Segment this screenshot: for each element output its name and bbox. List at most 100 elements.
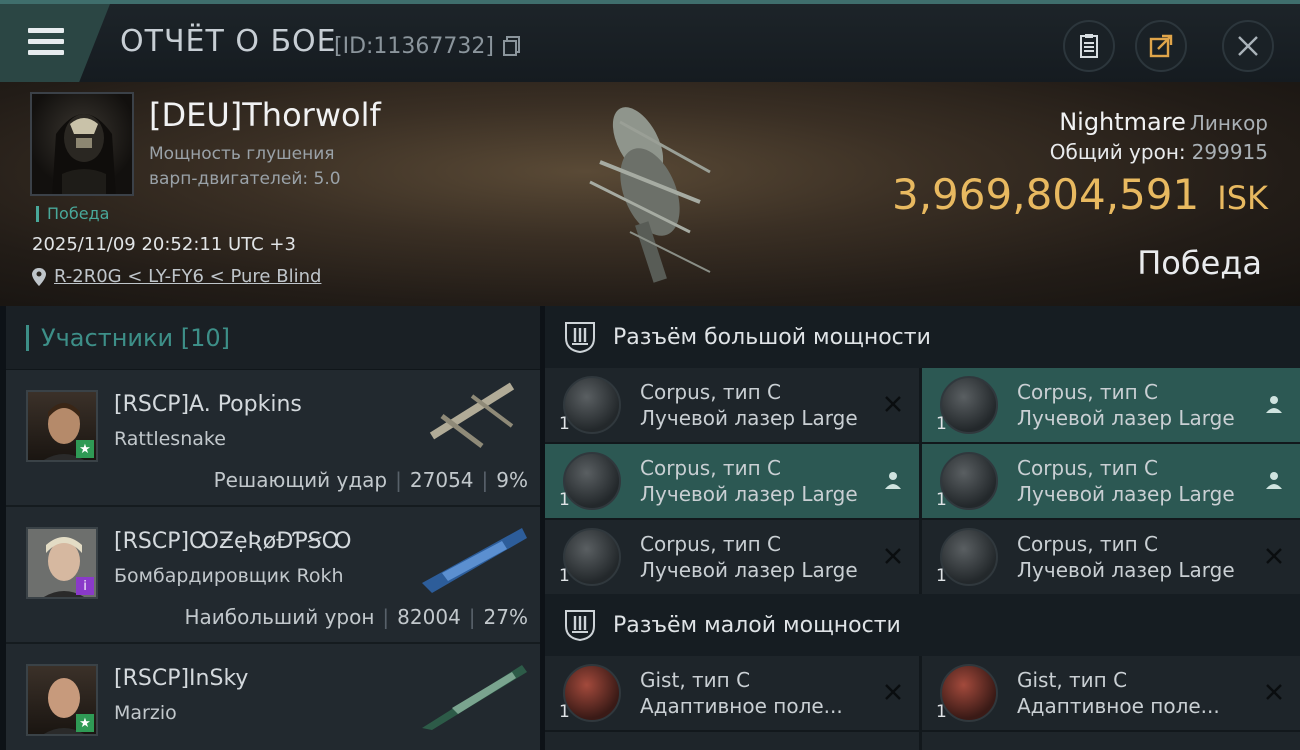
isk-amount: 3,969,804,591 — [891, 170, 1200, 219]
module-slot[interactable]: 1 Corpus, тип C Лучевой лазер Large — [545, 520, 919, 594]
laser-module-icon — [563, 452, 621, 510]
clipboard-icon — [1080, 34, 1098, 58]
participant-ship: Бомбардировщик Rokh — [114, 565, 344, 587]
participant-name: [RSCP]A. Popkins — [114, 392, 302, 417]
kill-summary-banner: [DEU]Thorwolf Мощность глушения варп-дви… — [0, 82, 1300, 306]
module-name: Corpus, тип C — [1017, 380, 1158, 404]
participant-row[interactable]: i [RSCP]ꝎƵẹƦøƉƤꞨꝎ Бомбардировщик Rokh На… — [6, 507, 540, 644]
low-slot-modules: 1 Gist, тип C Адаптивное поле... 1 Gist,… — [545, 656, 1300, 750]
isk-value: 3,969,804,591 ISK — [892, 170, 1268, 219]
module-qty: 1 — [559, 702, 570, 722]
menu-button[interactable] — [0, 4, 110, 82]
high-slot-title: Разъём большой мощности — [613, 324, 931, 350]
module-slot[interactable]: 1 Corpus, тип C Лучевой лазер Large — [545, 368, 919, 442]
kill-location[interactable]: R-2R0G < LY-FY6 < Pure Blind — [32, 266, 321, 287]
participant-role: Наибольший урон — [184, 605, 375, 629]
total-damage-value: 299915 — [1191, 140, 1268, 164]
module-slot-partial[interactable] — [545, 732, 919, 750]
participant-ship-image — [422, 528, 527, 593]
location-link[interactable]: R-2R0G < LY-FY6 < Pure Blind — [54, 266, 321, 287]
module-qty: 1 — [559, 566, 570, 586]
status-badge: i — [76, 577, 94, 595]
laser-module-icon — [940, 528, 998, 586]
destroyed-icon — [885, 396, 901, 412]
destroyed-icon — [1266, 548, 1282, 564]
module-type: Лучевой лазер Large — [640, 558, 858, 582]
laser-module-icon — [563, 528, 621, 586]
outcome-label: Победа — [1137, 244, 1262, 282]
laser-module-icon — [940, 452, 998, 510]
total-damage: Общий урон: 299915 — [1050, 140, 1268, 164]
module-slot[interactable]: 1 Gist, тип C Адаптивное поле... — [545, 656, 919, 730]
participant-ship: Marzio — [114, 702, 177, 724]
module-type: Лучевой лазер Large — [1017, 482, 1235, 506]
module-slot[interactable]: 1 Gist, тип C Адаптивное поле... — [922, 656, 1300, 730]
attribute-line-1: Мощность глушения — [149, 144, 335, 164]
isk-currency: ISK — [1217, 179, 1268, 217]
hooded-pilot-portrait — [52, 114, 116, 194]
fitting-panel: Разъём большой мощности 1 Corpus, тип C … — [545, 306, 1300, 750]
high-slot-modules: 1 Corpus, тип C Лучевой лазер Large 1 Co… — [545, 368, 1300, 594]
destroyed-icon — [1266, 684, 1282, 700]
module-type: Лучевой лазер Large — [1017, 406, 1235, 430]
victim-name[interactable]: [DEU]Thorwolf — [149, 96, 381, 134]
total-damage-label: Общий урон: — [1049, 140, 1186, 164]
participant-stats: Решающий удар | 27054 | 9% — [213, 468, 528, 492]
participants-panel: Участники [10] ★ [RSCP]A. Popkins Rattle… — [6, 306, 540, 750]
participant-row[interactable]: ★ [RSCP]InSky Marzio — [6, 644, 540, 750]
kill-datetime: 2025/11/09 20:52:11 UTC +3 — [32, 234, 296, 255]
close-button[interactable] — [1222, 20, 1274, 72]
dropped-person-icon — [885, 472, 901, 489]
low-slot-header: Разъём малой мощности — [545, 594, 1300, 656]
participant-name: [RSCP]InSky — [114, 666, 249, 691]
laser-module-icon — [940, 376, 998, 434]
module-name: Corpus, тип C — [640, 380, 781, 404]
shield-module-icon — [940, 664, 998, 722]
copy-icon[interactable] — [502, 36, 521, 56]
hamburger-icon — [28, 28, 64, 55]
victim-avatar[interactable] — [30, 92, 134, 196]
module-slot[interactable]: 1 Corpus, тип C Лучевой лазер Large — [922, 368, 1300, 442]
participant-avatar: ★ — [26, 664, 98, 736]
participant-ship-image — [422, 665, 527, 730]
location-pin-icon — [32, 267, 46, 286]
victim-ship-name[interactable]: Nightmare Линкор — [1059, 108, 1268, 136]
module-name: Gist, тип C — [640, 668, 751, 692]
participant-stats: Наибольший урон | 82004 | 27% — [184, 605, 528, 629]
module-slot[interactable]: 1 Corpus, тип C Лучевой лазер Large — [922, 444, 1300, 518]
module-type: Лучевой лазер Large — [640, 482, 858, 506]
module-type: Адаптивное поле... — [1017, 694, 1220, 718]
ship-class: Линкор — [1189, 111, 1268, 135]
report-header: ОТЧЁТ О БОЕ [ID:11367732] — [0, 0, 1300, 82]
participant-percent: 9% — [496, 468, 528, 492]
participant-damage: 27054 — [409, 468, 474, 492]
module-slot-partial[interactable] — [922, 732, 1300, 750]
module-qty: 1 — [936, 566, 947, 586]
high-slot-icon — [565, 322, 595, 354]
dropped-person-icon — [1266, 472, 1282, 489]
module-qty: 1 — [936, 702, 947, 722]
participants-header: Участники [10] — [6, 306, 540, 370]
report-id[interactable]: [ID:11367732] — [334, 34, 521, 59]
module-slot[interactable]: 1 Corpus, тип C Лучевой лазер Large — [545, 444, 919, 518]
module-type: Адаптивное поле... — [640, 694, 843, 718]
low-slot-icon — [565, 610, 595, 642]
participant-row[interactable]: ★ [RSCP]A. Popkins Rattlesnake Решающий … — [6, 370, 540, 507]
module-name: Corpus, тип C — [1017, 532, 1158, 556]
module-qty: 1 — [936, 414, 947, 434]
participant-damage: 82004 — [397, 605, 461, 629]
participant-avatar: ★ — [26, 390, 98, 462]
participant-role: Решающий удар — [213, 468, 388, 492]
module-name: Corpus, тип C — [640, 532, 781, 556]
module-qty: 1 — [936, 490, 947, 510]
high-slot-header: Разъём большой мощности — [545, 306, 1300, 368]
dropped-person-icon — [1266, 396, 1282, 413]
module-slot[interactable]: 1 Corpus, тип C Лучевой лазер Large — [922, 520, 1300, 594]
notes-button[interactable] — [1063, 20, 1115, 72]
victim-ship-image[interactable] — [560, 82, 740, 306]
module-name: Corpus, тип C — [640, 456, 781, 480]
share-button[interactable] — [1135, 20, 1187, 72]
module-type: Лучевой лазер Large — [640, 406, 858, 430]
shield-module-icon — [563, 664, 621, 722]
status-badge: ★ — [76, 714, 94, 732]
